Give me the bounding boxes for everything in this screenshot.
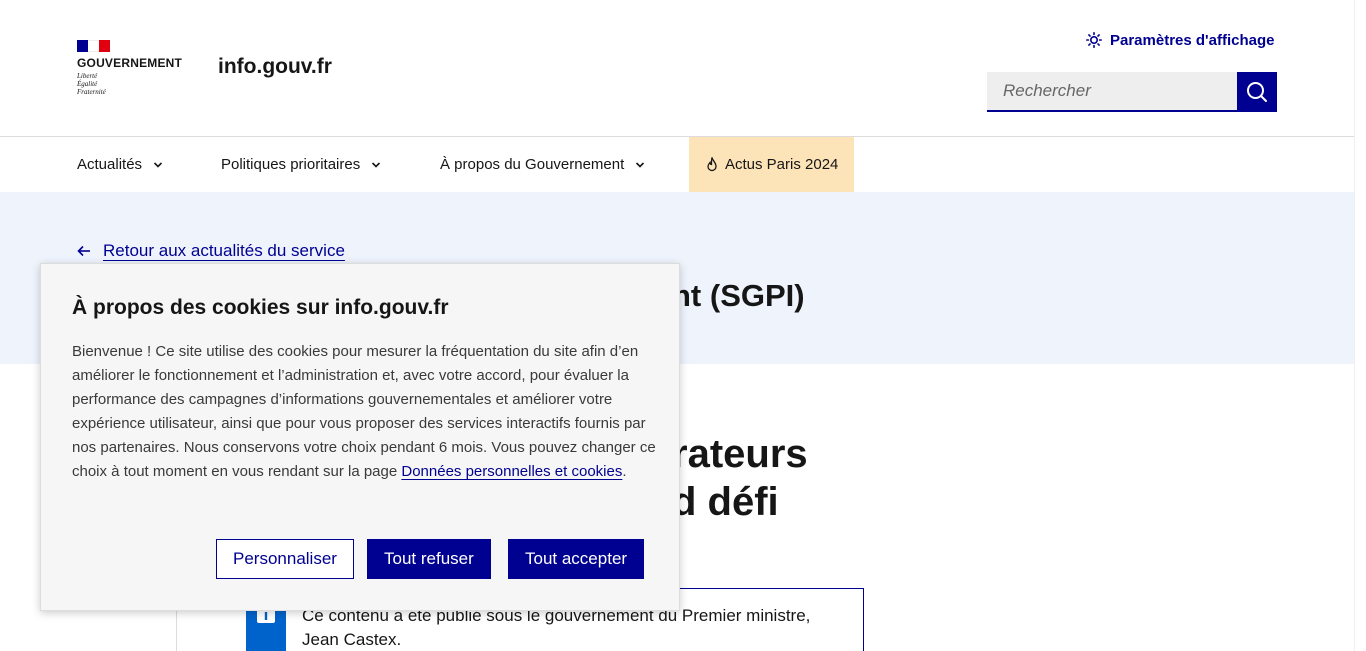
motto-fraternite: Fraternité — [77, 88, 106, 96]
refuse-all-button[interactable]: Tout refuser — [367, 539, 491, 579]
government-logo[interactable]: GOUVERNEMENT Liberté Égalité Fraternité — [77, 40, 197, 96]
cookie-consent-banner: À propos des cookies sur info.gouv.fr Bi… — [40, 263, 680, 611]
nav-item-actualites[interactable]: Actualités — [77, 137, 164, 192]
nav-item-label: À propos du Gouvernement — [440, 156, 625, 173]
flame-icon — [707, 156, 717, 171]
cookie-body: Bienvenue ! Ce site utilise des cookies … — [72, 343, 656, 480]
article-title-line: d défi — [672, 480, 779, 524]
search-bar — [987, 72, 1277, 112]
notice-text: Ce contenu a été publié sous le gouverne… — [302, 606, 811, 649]
logo-motto: Liberté Égalité Fraternité — [77, 72, 197, 96]
accept-all-button[interactable]: Tout accepter — [508, 539, 645, 579]
nav-item-paris-2024[interactable]: Actus Paris 2024 — [689, 137, 855, 192]
cookie-description: Bienvenue ! Ce site utilise des cookies … — [72, 340, 657, 484]
nav-item-a-propos[interactable]: À propos du Gouvernement — [440, 137, 646, 192]
chevron-down-icon — [153, 161, 163, 168]
site-header: GOUVERNEMENT Liberté Égalité Fraternité … — [0, 0, 1354, 137]
display-settings-label: Paramètres d'affichage — [1110, 31, 1275, 49]
motto-egalite: Égalité — [77, 80, 98, 88]
cookie-period: . — [622, 463, 627, 480]
sun-icon — [1086, 32, 1102, 48]
chevron-down-icon — [636, 161, 645, 168]
nav-item-politiques[interactable]: Politiques prioritaires — [221, 137, 382, 192]
logo-title: GOUVERNEMENT — [77, 56, 183, 70]
nav-item-label: Politiques prioritaires — [221, 156, 361, 173]
site-name[interactable]: info.gouv.fr — [218, 55, 332, 79]
back-link[interactable]: Retour aux actualités du service — [77, 241, 345, 261]
chevron-down-icon — [372, 161, 381, 168]
display-settings-button[interactable]: Paramètres d'affichage — [1086, 30, 1274, 50]
article-title: rateurs d défi — [672, 430, 872, 526]
privacy-link[interactable]: Données personnelles et cookies — [401, 463, 622, 480]
nav-item-label: Actualités — [77, 156, 143, 173]
search-input[interactable] — [987, 72, 1237, 112]
back-link-label: Retour aux actualités du service — [103, 241, 345, 260]
search-button[interactable] — [1237, 72, 1277, 112]
arrow-left-icon — [77, 245, 90, 257]
cookie-title: À propos des cookies sur info.gouv.fr — [72, 296, 449, 319]
main-navigation: Actualités Politiques prioritaires À pro… — [0, 137, 1354, 192]
article-title-line: rateurs — [672, 432, 808, 476]
customize-button[interactable]: Personnaliser — [216, 539, 354, 579]
page-title: nt (SGPI) — [672, 278, 805, 313]
page-scrollbar[interactable] — [1354, 0, 1366, 651]
french-flag-icon — [77, 40, 110, 52]
search-icon — [1247, 82, 1267, 102]
motto-liberte: Liberté — [77, 72, 98, 80]
nav-item-label: Actus Paris 2024 — [725, 156, 839, 173]
